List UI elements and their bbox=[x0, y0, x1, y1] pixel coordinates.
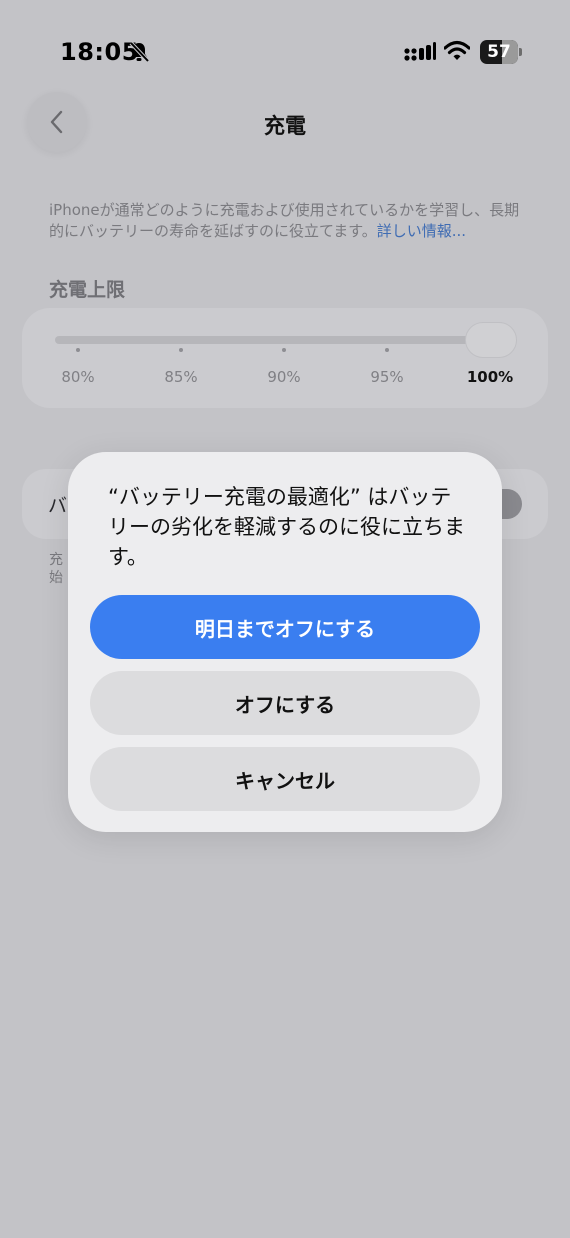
charge-limit-slider-track[interactable] bbox=[55, 336, 515, 344]
tick-label-95: 95% bbox=[370, 368, 404, 386]
optimization-row-label: バ bbox=[48, 495, 68, 517]
tick-label-85: 85% bbox=[164, 368, 198, 386]
tick-label-80: 80% bbox=[61, 368, 95, 386]
slider-tick bbox=[282, 348, 286, 352]
battery-percentage: 57 bbox=[487, 42, 511, 62]
bell-slash-icon bbox=[129, 41, 150, 63]
charging-description: iPhoneが通常どのように充電および使用されているかを学習し、長期的にバッテリ… bbox=[49, 200, 529, 242]
slider-tick bbox=[385, 348, 389, 352]
slider-tick bbox=[179, 348, 183, 352]
slider-tick bbox=[76, 348, 80, 352]
charge-limit-card: 80% 85% 90% 95% 100% bbox=[22, 308, 548, 408]
tick-label-90: 90% bbox=[267, 368, 301, 386]
alert-dialog: “バッテリー充電の最適化” はバッテリーの劣化を軽減するのに役に立ちます。 明日… bbox=[68, 452, 502, 832]
charging-settings-screen: 18:05 57 充電 iPhoneが通常どのように充電および使用されているかを… bbox=[0, 0, 570, 1238]
learn-more-link[interactable]: 詳しい情報... bbox=[377, 222, 466, 240]
alert-message: “バッテリー充電の最適化” はバッテリーの劣化を軽減するのに役に立ちます。 bbox=[108, 485, 465, 569]
turn-off-until-tomorrow-button[interactable]: 明日までオフにする bbox=[90, 595, 480, 659]
charge-limit-slider-thumb[interactable] bbox=[465, 322, 517, 358]
turn-off-button[interactable]: オフにする bbox=[90, 671, 480, 735]
cellular-signal-icon bbox=[404, 42, 436, 61]
charge-limit-header: 充電上限 bbox=[49, 279, 126, 301]
battery-icon: 57 bbox=[480, 40, 522, 64]
tick-label-100: 100% bbox=[466, 368, 514, 386]
page-title: 充電 bbox=[264, 114, 306, 138]
cancel-button[interactable]: キャンセル bbox=[90, 747, 480, 811]
wifi-icon bbox=[444, 40, 470, 60]
